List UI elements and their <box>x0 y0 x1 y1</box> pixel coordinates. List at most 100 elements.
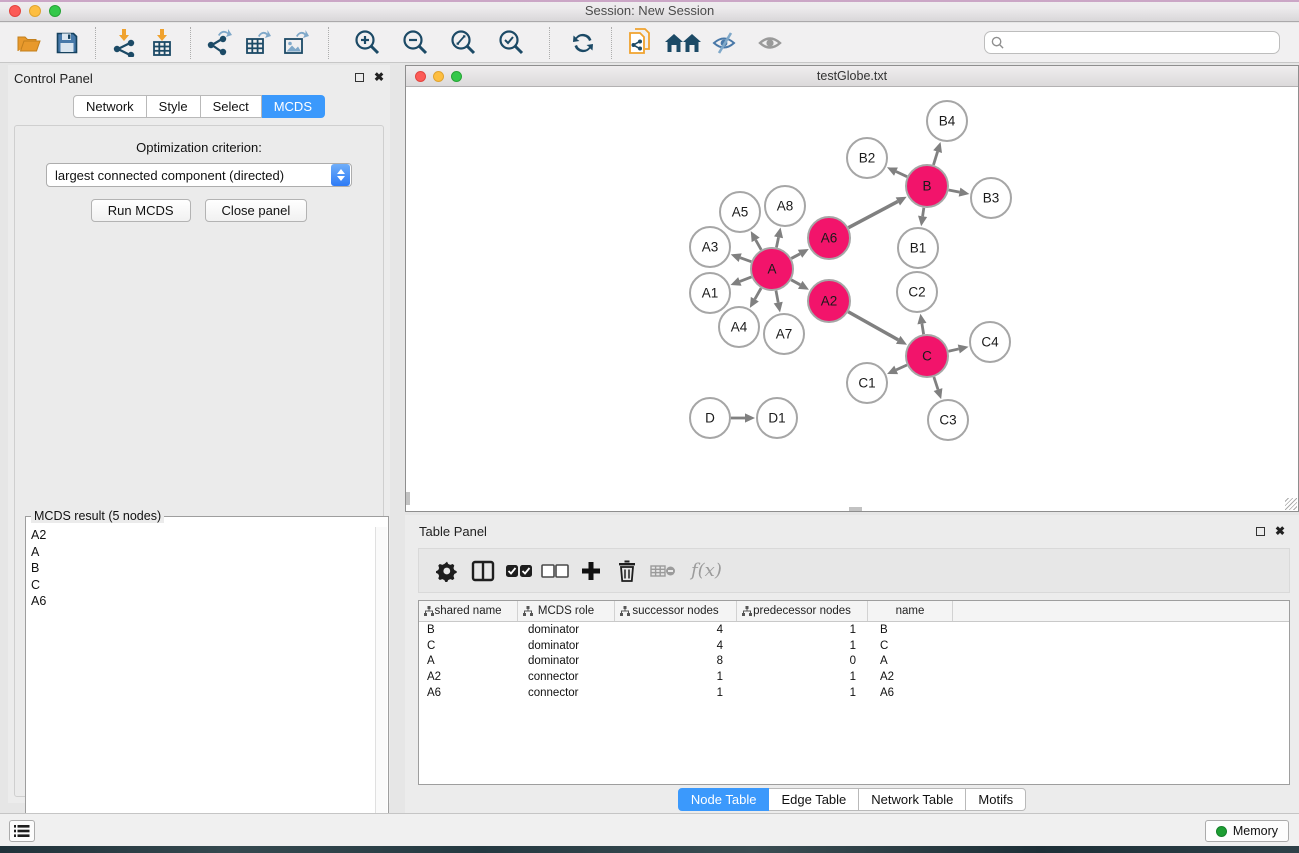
hide-graphics-details-icon[interactable] <box>710 27 742 59</box>
search-field[interactable] <box>984 31 1280 54</box>
run-mcds-button[interactable]: Run MCDS <box>91 199 191 222</box>
delete-column-icon[interactable] <box>609 554 645 588</box>
function-builder-icon[interactable]: f(x) <box>691 560 722 581</box>
edge-A-A8[interactable] <box>776 237 778 247</box>
open-session-icon[interactable] <box>13 27 45 59</box>
graph-node-D1[interactable]: D1 <box>757 398 797 438</box>
edge-B-B3[interactable] <box>949 190 960 192</box>
graph-node-A2[interactable]: A2 <box>808 280 850 322</box>
tab-node-table[interactable]: Node Table <box>678 788 770 811</box>
tab-select[interactable]: Select <box>201 95 262 118</box>
edge-A-A3[interactable] <box>740 258 751 262</box>
graph-node-C4[interactable]: C4 <box>970 322 1010 362</box>
resize-grip[interactable] <box>1285 498 1297 510</box>
graph-node-C[interactable]: C <box>906 335 948 377</box>
graph-node-B2[interactable]: B2 <box>847 138 887 178</box>
float-panel-icon[interactable] <box>355 73 364 82</box>
show-column-icon[interactable] <box>465 554 501 588</box>
zoom-selected-icon[interactable] <box>495 27 527 59</box>
edge-A-A2[interactable] <box>791 280 800 285</box>
float-table-panel-icon[interactable] <box>1256 527 1265 536</box>
add-column-icon[interactable] <box>573 554 609 588</box>
graph-node-A7[interactable]: A7 <box>764 314 804 354</box>
home-view-icon[interactable] <box>662 27 704 59</box>
refresh-icon[interactable] <box>567 27 599 59</box>
export-image-icon[interactable] <box>279 27 311 59</box>
edge-A6-B[interactable] <box>848 201 897 227</box>
titlebar[interactable]: Session: New Session <box>0 0 1299 22</box>
column-header-MCDS-role[interactable]: MCDS role <box>518 601 615 621</box>
unselect-all-columns-icon[interactable] <box>537 554 573 588</box>
tab-motifs[interactable]: Motifs <box>966 788 1026 811</box>
edge-A-A6[interactable] <box>791 254 800 259</box>
graph-node-A[interactable]: A <box>751 248 793 290</box>
import-network-icon[interactable] <box>108 27 140 59</box>
graph-node-C3[interactable]: C3 <box>928 400 968 440</box>
graph-node-A8[interactable]: A8 <box>765 186 805 226</box>
result-item[interactable]: A <box>28 544 374 561</box>
column-header-name[interactable]: name <box>868 601 953 621</box>
tab-style[interactable]: Style <box>147 95 201 118</box>
edge-C-C3[interactable] <box>934 377 938 390</box>
select-all-columns-icon[interactable] <box>501 554 537 588</box>
delete-table-icon[interactable] <box>645 554 681 588</box>
zoom-out-icon[interactable] <box>399 27 431 59</box>
graph-node-C2[interactable]: C2 <box>897 272 937 312</box>
edge-A-A5[interactable] <box>756 240 762 250</box>
graph-node-A4[interactable]: A4 <box>719 307 759 347</box>
network-canvas[interactable]: B4 B2 B B3 A8A5 A6 A3 B1 A C2 A1 A2 A4A7 C4 C C1 C3 D D1 <box>406 88 1298 511</box>
mcds-result-list[interactable]: A2ABCA6 <box>28 527 374 853</box>
optimization-criterion-dropdown[interactable]: largest connected component (directed) <box>46 163 352 187</box>
show-graphics-details-icon[interactable] <box>755 27 787 59</box>
close-table-panel-icon[interactable]: ✖ <box>1275 526 1285 536</box>
table-row[interactable]: Bdominator41B <box>419 622 1289 638</box>
result-item[interactable]: B <box>28 560 374 577</box>
network-graph[interactable]: B4 B2 B B3 A8A5 A6 A3 B1 A C2 A1 A2 A4A7 C4 C C1 C3 D D1 <box>406 88 1298 511</box>
edge-B-B1[interactable] <box>923 208 924 217</box>
graph-node-D[interactable]: D <box>690 398 730 438</box>
graph-node-A6[interactable]: A6 <box>808 217 850 259</box>
edge-C-C2[interactable] <box>922 324 924 335</box>
graph-node-B[interactable]: B <box>906 165 948 207</box>
tab-mcds[interactable]: MCDS <box>262 95 325 118</box>
duplicate-network-icon[interactable] <box>624 27 656 59</box>
zoom-fit-icon[interactable] <box>447 27 479 59</box>
edge-B-B2[interactable] <box>896 172 907 177</box>
settings-gear-icon[interactable] <box>429 554 465 588</box>
graph-node-B4[interactable]: B4 <box>927 101 967 141</box>
edge-C-C4[interactable] <box>948 349 958 351</box>
task-history-button[interactable] <box>9 820 35 842</box>
import-table-icon[interactable] <box>146 27 178 59</box>
edge-A-A4[interactable] <box>755 288 761 299</box>
graph-node-A3[interactable]: A3 <box>690 227 730 267</box>
result-scrollbar[interactable] <box>375 527 387 853</box>
close-panel-button[interactable]: Close panel <box>205 199 308 222</box>
network-window-titlebar[interactable]: testGlobe.txt <box>406 66 1298 87</box>
vertical-scrollbar-stub[interactable] <box>406 492 410 505</box>
table-row[interactable]: Cdominator41C <box>419 638 1289 654</box>
graph-node-B1[interactable]: B1 <box>898 228 938 268</box>
save-session-icon[interactable] <box>51 27 83 59</box>
search-input[interactable] <box>1008 36 1273 50</box>
memory-button[interactable]: Memory <box>1205 820 1289 842</box>
horizontal-scrollbar-stub[interactable] <box>849 507 862 511</box>
edge-A-A7[interactable] <box>776 291 778 303</box>
graph-node-A5[interactable]: A5 <box>720 192 760 232</box>
edge-A-A1[interactable] <box>740 277 752 282</box>
graph-node-B3[interactable]: B3 <box>971 178 1011 218</box>
edge-C-C1[interactable] <box>896 365 907 370</box>
zoom-in-icon[interactable] <box>351 27 383 59</box>
tab-network-table[interactable]: Network Table <box>859 788 966 811</box>
tab-edge-table[interactable]: Edge Table <box>769 788 859 811</box>
edge-B-B4[interactable] <box>933 152 937 165</box>
result-item[interactable]: C <box>28 577 374 594</box>
table-row[interactable]: A6connector11A6 <box>419 685 1289 701</box>
result-item[interactable]: A6 <box>28 593 374 610</box>
graph-node-C1[interactable]: C1 <box>847 363 887 403</box>
tab-network[interactable]: Network <box>73 95 147 118</box>
graph-node-A1[interactable]: A1 <box>690 273 730 313</box>
export-network-icon[interactable] <box>203 27 235 59</box>
column-header-shared-name[interactable]: shared name <box>419 601 518 621</box>
edge-A2-C[interactable] <box>848 312 898 340</box>
table-row[interactable]: Adominator80A <box>419 654 1289 670</box>
